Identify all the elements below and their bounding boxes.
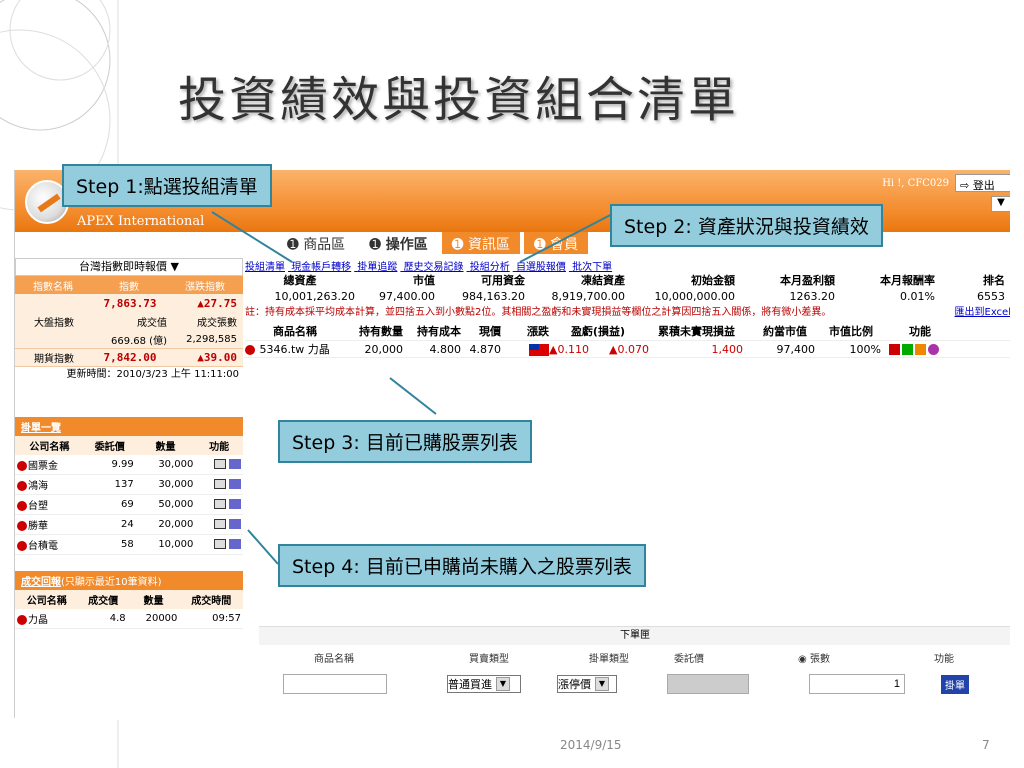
link-watchlist[interactable]: 自選股報價 bbox=[516, 262, 566, 272]
chart-icon[interactable] bbox=[915, 344, 926, 355]
circle-arrow-icon: ➊ bbox=[369, 237, 381, 253]
cost-note: 註：持有成本採平均成本計算，並四捨五入到小數點2位。其相關之盈虧和未實現損益等欄… bbox=[245, 304, 1010, 322]
radio-icon: ◉ bbox=[798, 653, 807, 665]
callout-step4: Step 4: 目前已申購尚未購入之股票列表 bbox=[278, 544, 646, 587]
index-header: 指數名稱 指數 漲跌指數 bbox=[15, 276, 243, 294]
product-name-input[interactable] bbox=[283, 674, 387, 694]
logout-button[interactable]: ⇨ 登出 bbox=[955, 174, 1010, 192]
brand-name: APEX International bbox=[77, 214, 205, 229]
circle-arrow-icon: ➊ bbox=[287, 237, 299, 253]
pending-orders-table: 公司名稱 委託價 數量 功能 國票金 9.99 30,000 鴻海 137 30,000 台塑… bbox=[15, 436, 243, 555]
table-row: 台積電 58 10,000 bbox=[15, 534, 243, 555]
order-box: 下單匣 商品名稱 買賣類型 掛單類型 委託價 ◉ 張數 功能 普通買進 ▼ 漲停價… bbox=[259, 626, 1010, 718]
callout-step2: Step 2: 資產狀況與投資績效 bbox=[610, 204, 883, 247]
function-links: 投組清單 現金帳戶轉移 掛單追蹤 歷史交易記錄 投組分析 自選股報價 批次下單 bbox=[245, 258, 1010, 272]
add-icon[interactable] bbox=[229, 519, 241, 529]
link-history[interactable]: 歷史交易記錄 bbox=[404, 262, 464, 272]
order-inputs: 普通買進▼ 漲停價▼ 掛單 bbox=[259, 669, 1010, 699]
order-headers: 商品名稱 買賣類型 掛單類型 委託價 ◉ 張數 功能 bbox=[314, 653, 954, 665]
add-icon[interactable] bbox=[229, 499, 241, 509]
sell-icon[interactable] bbox=[245, 345, 255, 355]
link-order-tracking[interactable]: 掛單追蹤 bbox=[357, 262, 397, 272]
holdings-header: 商品名稱 持有數量 持有成本 現價 漲跌 盈虧(損益) 累積未實現損益 約當市值… bbox=[245, 322, 1010, 340]
sell-icon bbox=[17, 541, 27, 551]
slide-number: 7 bbox=[982, 738, 990, 752]
edit-icon[interactable] bbox=[213, 539, 226, 549]
trade-reports-table: 公司名稱 成交價 數量 成交時間 力晶 4.8 20000 09:57 bbox=[15, 590, 243, 629]
order-type-select[interactable]: 漲停價 ▼ bbox=[557, 675, 617, 693]
chevron-down-icon: ▼ bbox=[595, 677, 609, 691]
circle-arrow-icon: ➊ bbox=[533, 237, 546, 253]
table-row: 鴻海 137 30,000 bbox=[15, 474, 243, 495]
sell-icon bbox=[17, 481, 27, 491]
trades-title: 成交回報(只顯示最近10筆資料) bbox=[15, 571, 243, 590]
submit-order-button[interactable]: 掛單 bbox=[941, 674, 969, 694]
trade-type-select[interactable]: 普通買進 ▼ bbox=[447, 675, 521, 693]
left-panel: 台灣指數即時報價 ▼ 指數名稱 指數 漲跌指數 7,863.73 ▲27.75 大盤指… bbox=[15, 258, 243, 629]
link-portfolio[interactable]: 投組清單 bbox=[245, 262, 285, 272]
portfolio-panel: 投組清單 現金帳戶轉移 掛單追蹤 歷史交易記錄 投組分析 自選股報價 批次下單 … bbox=[245, 258, 1010, 358]
tab-info[interactable]: ➊ 資訊區 bbox=[441, 232, 520, 254]
sell-icon bbox=[17, 615, 27, 625]
main-nav: ➊ 商品區 ➊ 操作區 ➊ 資訊區 ➊ 會員 bbox=[277, 232, 589, 254]
quote-select[interactable]: 台灣指數即時報價 ▼ bbox=[15, 258, 243, 276]
tab-products[interactable]: ➊ 商品區 bbox=[277, 232, 356, 254]
taiwan-flag-icon bbox=[529, 343, 549, 356]
menu-dropdown[interactable]: ▼ bbox=[991, 196, 1010, 212]
table-row: 勝華 24 20,000 bbox=[15, 514, 243, 535]
edit-icon[interactable] bbox=[213, 519, 226, 529]
tab-operations[interactable]: ➊ 操作區 bbox=[359, 232, 438, 254]
export-excel-link[interactable]: 匯出到Excel bbox=[954, 304, 1010, 322]
logout-icon: ⇨ bbox=[960, 179, 970, 192]
table-row: 力晶 4.8 20000 09:57 bbox=[15, 609, 243, 629]
futures-index-row: 期貨指數 7,842.00 ▲39.00 bbox=[15, 349, 243, 367]
update-time: 更新時間：2010/3/23 上午 11:11:00 bbox=[66, 369, 239, 380]
link-analysis[interactable]: 投組分析 bbox=[470, 262, 510, 272]
buy-button-icon[interactable] bbox=[902, 344, 913, 355]
add-icon[interactable] bbox=[229, 539, 241, 549]
add-icon[interactable] bbox=[229, 479, 241, 489]
summary-values: 10,001,263.20 97,400.00 984,163.20 8,919… bbox=[274, 289, 1005, 303]
sell-button-icon[interactable] bbox=[889, 344, 900, 355]
edit-icon[interactable] bbox=[213, 459, 226, 469]
circle-arrow-icon: ➊ bbox=[451, 237, 464, 253]
sell-icon bbox=[17, 521, 27, 531]
holding-row: 5346.tw 力晶 20,000 4.800 4.870 ▲0.110 ▲0.… bbox=[245, 340, 1010, 358]
callout-step3: Step 3: 目前已購股票列表 bbox=[278, 420, 532, 463]
slide-date: 2014/9/15 bbox=[560, 738, 622, 752]
table-row: 國票金 9.99 30,000 bbox=[15, 455, 243, 475]
market-index-block: 7,863.73 ▲27.75 大盤指數 成交值 成交張數 669.68 (億) 2,2… bbox=[15, 294, 243, 349]
edit-icon[interactable] bbox=[213, 479, 226, 489]
link-batch-order[interactable]: 批次下單 bbox=[572, 262, 612, 272]
limit-price-input[interactable] bbox=[667, 674, 749, 694]
summary-headers: 總資產 市值 可用資金 凍結資產 初始金額 本月盈利額 本月報酬率 排名 bbox=[283, 274, 1006, 287]
slide-title: 投資績效與投資組合清單 bbox=[178, 72, 740, 128]
callout-step1: Step 1:點選投組清單 bbox=[62, 164, 272, 207]
pending-title: 掛單一覽 bbox=[15, 417, 243, 436]
edit-icon[interactable] bbox=[213, 499, 226, 509]
info-icon[interactable] bbox=[928, 344, 939, 355]
order-box-title: 下單匣 bbox=[259, 627, 1010, 645]
add-icon[interactable] bbox=[229, 459, 241, 469]
link-cash-transfer[interactable]: 現金帳戶轉移 bbox=[291, 262, 351, 272]
sell-icon bbox=[17, 501, 27, 511]
tab-member[interactable]: ➊ 會員 bbox=[523, 232, 589, 254]
user-greeting: Hi !, CFC029 bbox=[882, 178, 949, 189]
sell-icon bbox=[17, 461, 27, 471]
quantity-input[interactable] bbox=[809, 674, 905, 694]
table-row: 台塑 69 50,000 bbox=[15, 494, 243, 515]
chevron-down-icon: ▼ bbox=[496, 677, 510, 691]
